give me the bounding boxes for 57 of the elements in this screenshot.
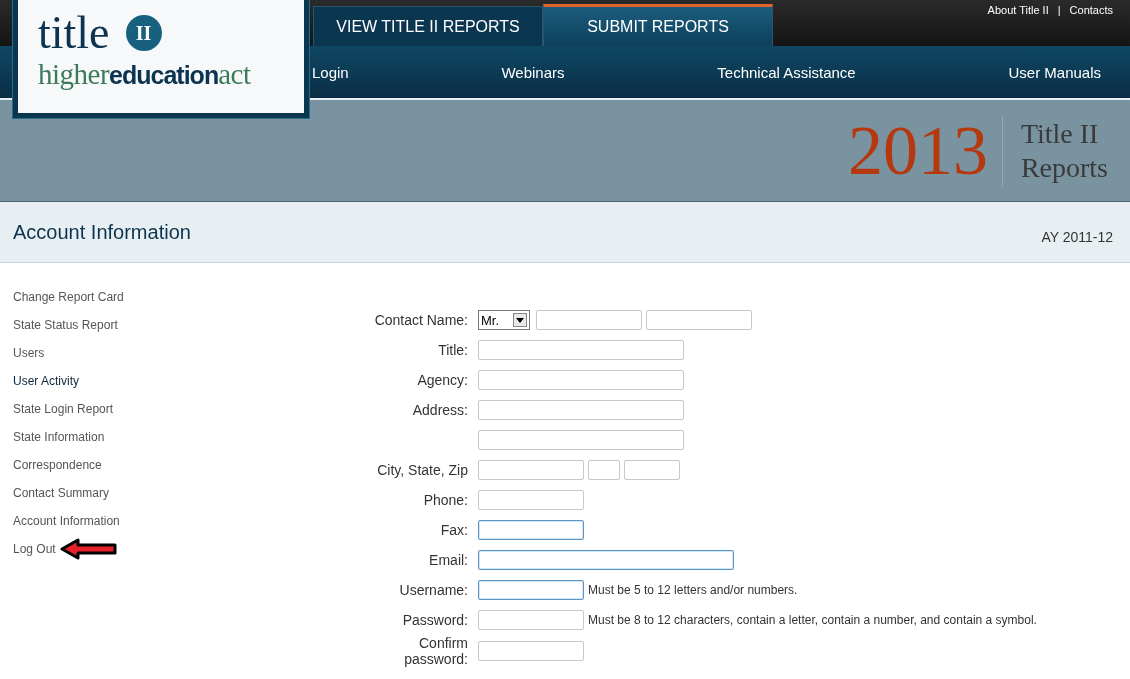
academic-year: AY 2011-12	[1041, 229, 1113, 245]
field-hint: Must be 5 to 12 letters and/or numbers.	[588, 583, 798, 597]
input-field[interactable]	[588, 460, 620, 480]
field-label: City, State, Zip	[376, 462, 468, 478]
input-field[interactable]	[478, 400, 684, 420]
input-field[interactable]	[646, 310, 752, 330]
sidebar-link[interactable]: User Activity	[13, 374, 79, 388]
nav-link[interactable]: User Manuals	[1008, 63, 1101, 81]
logo-tagline: highereducationact	[38, 58, 252, 91]
sidebar-link[interactable]: Log Out	[13, 542, 56, 556]
field-label: Title:	[437, 342, 468, 358]
nav-tab[interactable]: VIEW TITLE II REPORTS	[313, 6, 543, 46]
sidebar-link[interactable]: State Status Report	[13, 318, 118, 332]
sidebar-link[interactable]: Correspondence	[13, 458, 102, 472]
input-field[interactable]	[536, 310, 642, 330]
sidebar-link[interactable]: State Login Report	[13, 402, 114, 416]
input-field[interactable]	[478, 580, 584, 600]
field-label: Email:	[428, 552, 468, 568]
field-label: Username:	[398, 582, 468, 598]
input-field[interactable]	[478, 370, 684, 390]
input-field[interactable]	[478, 460, 584, 480]
banner-title: Title II	[1020, 116, 1100, 151]
field-label: Confirm password:	[403, 635, 468, 667]
top-link[interactable]: About Title II	[987, 4, 1049, 16]
top-link[interactable]: Contacts	[1069, 4, 1113, 16]
logo[interactable]: title II highereducationact	[13, 0, 309, 118]
nav-link[interactable]: Login	[312, 63, 349, 81]
input-field[interactable]	[478, 641, 584, 661]
field-label: Password:	[401, 612, 468, 628]
sidebar-link[interactable]: Contact Summary	[13, 486, 110, 500]
sidebar-link[interactable]: Account Information	[13, 514, 120, 528]
nav-tab[interactable]: SUBMIT REPORTS	[543, 4, 773, 46]
logo-badge: II	[125, 15, 162, 51]
nav-link[interactable]: Webinars	[501, 63, 565, 81]
banner-title: Reports	[1020, 150, 1108, 185]
banner-year: 2013	[847, 115, 1003, 186]
field-label: Address:	[411, 402, 468, 418]
field-hint: Must be 8 to 12 characters, contain a letter, contain a number, and contain a symbol.	[588, 613, 1037, 627]
input-field[interactable]	[624, 460, 680, 480]
input-field[interactable]	[478, 490, 584, 510]
salutation-select[interactable]: Mr.	[478, 310, 530, 330]
input-field[interactable]	[478, 430, 684, 450]
input-field[interactable]	[478, 340, 684, 360]
sidebar-link[interactable]: State Information	[13, 430, 105, 444]
field-label: Fax:	[439, 522, 468, 538]
sidebar-link[interactable]: Users	[13, 346, 45, 360]
input-field[interactable]	[478, 550, 734, 570]
sidebar-link[interactable]: Change Report Card	[13, 290, 124, 304]
field-label: Agency:	[416, 372, 468, 388]
separator-text: |	[1057, 4, 1061, 16]
field-label: Contact Name:	[373, 312, 468, 328]
input-field[interactable]	[478, 520, 584, 540]
nav-link[interactable]: Technical Assistance	[717, 63, 856, 81]
logo-word: title	[38, 10, 110, 56]
page-title: Account Information	[13, 220, 191, 244]
field-label: Phone:	[422, 492, 468, 508]
input-field[interactable]	[478, 610, 584, 630]
